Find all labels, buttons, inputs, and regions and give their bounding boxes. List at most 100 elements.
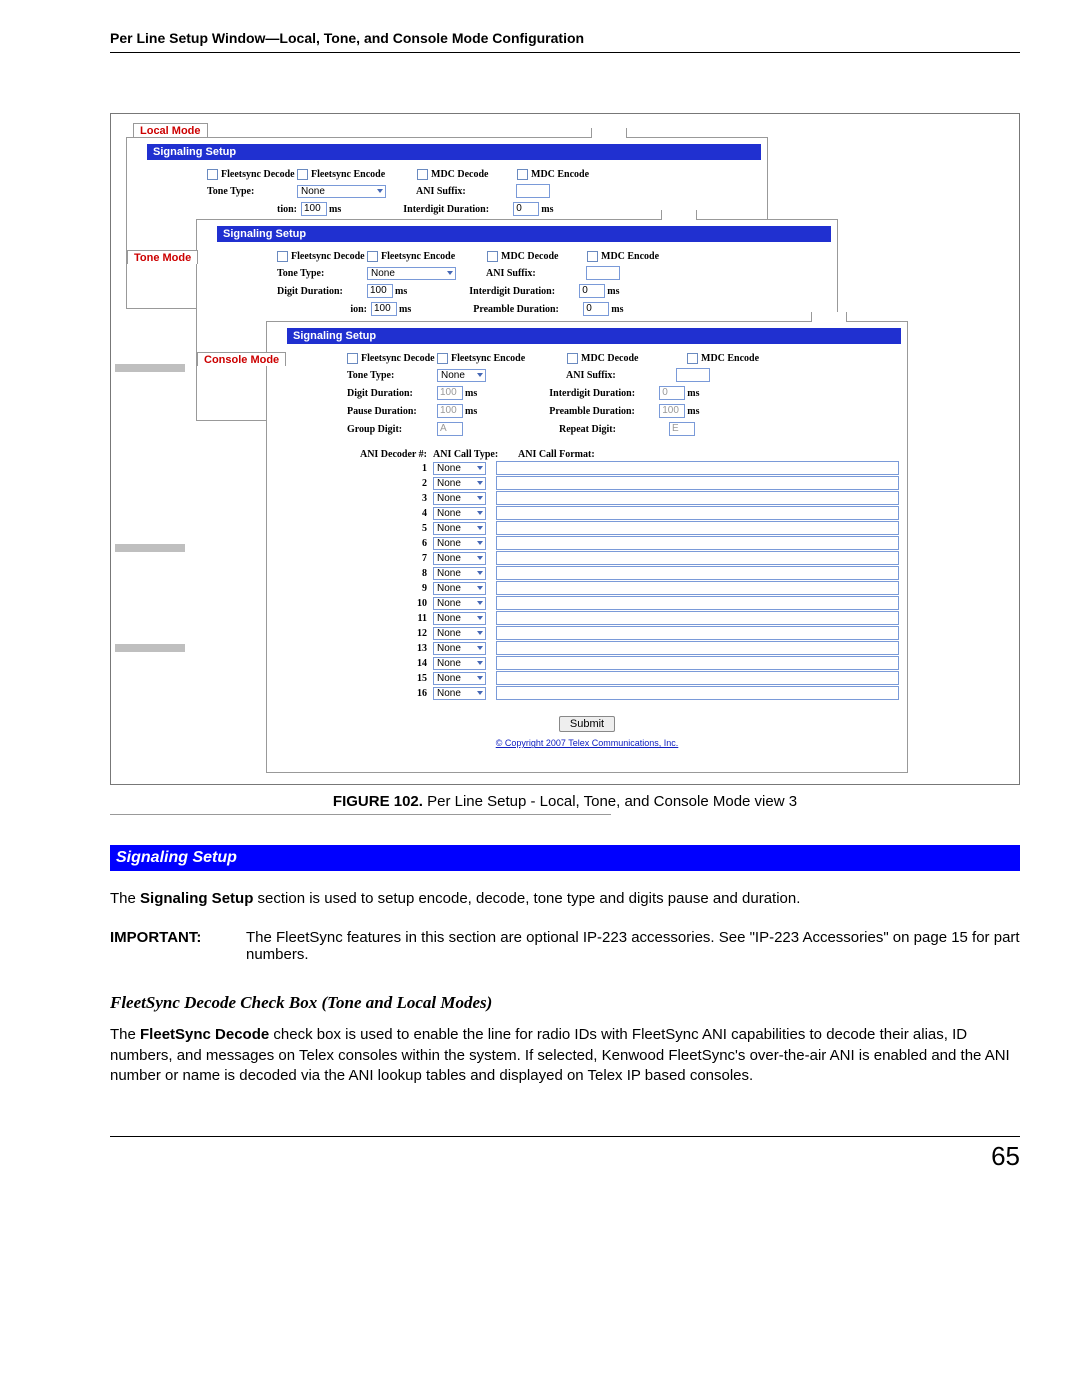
tone-type-select[interactable]: None: [297, 185, 386, 198]
ani-call-format-input[interactable]: [496, 596, 899, 610]
fleetsync-decode-checkbox[interactable]: [277, 251, 288, 262]
header-rule: [110, 52, 1020, 53]
interdigit-duration-input[interactable]: 0: [579, 284, 605, 298]
ani-call-format-input[interactable]: [496, 686, 899, 700]
ani-call-type-select[interactable]: None: [433, 597, 486, 610]
figure-102: Local Mode Signaling Setup Fleetsync Dec…: [110, 113, 1020, 785]
ani-call-type-select[interactable]: None: [433, 492, 486, 505]
ani-call-format-input[interactable]: [496, 581, 899, 595]
interdigit-duration-label: Interdigit Duration:: [403, 204, 513, 215]
running-header: Per Line Setup Window—Local, Tone, and C…: [110, 30, 1020, 52]
ani-decoder-number: 16: [347, 688, 433, 699]
fleetsync-encode-label: Fleetsync Encode: [311, 169, 385, 180]
tab-local-mode[interactable]: Local Mode: [133, 123, 208, 137]
ani-call-format-input[interactable]: [496, 641, 899, 655]
fleetsync-decode-label: Fleetsync Decode: [291, 251, 365, 262]
copyright-link[interactable]: © Copyright 2007 Telex Communications, I…: [267, 738, 907, 748]
pause-duration-input[interactable]: 100: [437, 404, 463, 418]
ani-call-type-select[interactable]: None: [433, 537, 486, 550]
mdc-decode-checkbox[interactable]: [567, 353, 578, 364]
ani-call-format-input[interactable]: [496, 671, 899, 685]
ms-label: ms: [465, 388, 477, 399]
ani-suffix-label: ANI Suffix:: [486, 268, 586, 279]
ani-call-type-select[interactable]: None: [433, 462, 486, 475]
ani-call-type-select[interactable]: None: [433, 627, 486, 640]
ani-call-type-select[interactable]: None: [433, 687, 486, 700]
figure-caption: FIGURE 102. Per Line Setup - Local, Tone…: [110, 793, 1020, 810]
ani-call-format-input[interactable]: [496, 656, 899, 670]
digit-duration-input[interactable]: 100: [301, 202, 327, 216]
ani-suffix-input[interactable]: [676, 368, 710, 382]
ani-decoder-table: ANI Decoder #: ANI Call Type: ANI Call F…: [347, 449, 899, 700]
scrollbar-fragment-icon: [115, 544, 185, 552]
digit-duration-input[interactable]: 100: [367, 284, 393, 298]
ani-call-type-select[interactable]: None: [433, 657, 486, 670]
ani-suffix-input[interactable]: [586, 266, 620, 280]
ani-decoder-number: 9: [347, 583, 433, 594]
mdc-encode-checkbox[interactable]: [517, 169, 528, 180]
ani-call-type-select[interactable]: None: [433, 582, 486, 595]
ani-call-format-input[interactable]: [496, 626, 899, 640]
ani-decoder-row: 2None: [347, 476, 899, 490]
ani-suffix-input[interactable]: [516, 184, 550, 198]
ani-call-type-select[interactable]: None: [433, 522, 486, 535]
ani-call-format-input[interactable]: [496, 461, 899, 475]
fleetsync-encode-checkbox[interactable]: [297, 169, 308, 180]
ani-call-format-input[interactable]: [496, 506, 899, 520]
ani-call-type-select[interactable]: None: [433, 612, 486, 625]
caption-rule: [110, 814, 611, 815]
ani-decoder-row: 3None: [347, 491, 899, 505]
ani-decoder-number: 2: [347, 478, 433, 489]
ani-call-type-select[interactable]: None: [433, 567, 486, 580]
ani-call-type-select[interactable]: None: [433, 642, 486, 655]
ani-call-type-select[interactable]: None: [433, 672, 486, 685]
tone-type-select[interactable]: None: [437, 369, 486, 382]
ani-call-format-input[interactable]: [496, 566, 899, 580]
signaling-setup-header: Signaling Setup: [147, 144, 761, 160]
footer-rule: [110, 1136, 1020, 1137]
preamble-duration-input[interactable]: 100: [659, 404, 685, 418]
interdigit-duration-label: Interdigit Duration:: [469, 286, 579, 297]
ani-call-format-input[interactable]: [496, 491, 899, 505]
ani-call-type-select[interactable]: None: [433, 477, 486, 490]
fleetsync-decode-checkbox[interactable]: [207, 169, 218, 180]
ani-call-format-input[interactable]: [496, 521, 899, 535]
ms-label-2: ms: [687, 388, 699, 399]
interdigit-duration-label: Interdigit Duration:: [549, 388, 659, 399]
ani-call-type-select[interactable]: None: [433, 507, 486, 520]
tab-console-mode[interactable]: Console Mode: [197, 352, 286, 366]
fleetsync-decode-checkbox[interactable]: [347, 353, 358, 364]
repeat-digit-input[interactable]: E: [669, 422, 695, 436]
mdc-decode-checkbox[interactable]: [417, 169, 428, 180]
mdc-encode-checkbox[interactable]: [687, 353, 698, 364]
preamble-duration-input[interactable]: 0: [583, 302, 609, 316]
ion-input[interactable]: 100: [371, 302, 397, 316]
fleetsync-encode-checkbox[interactable]: [437, 353, 448, 364]
submit-button[interactable]: Submit: [559, 716, 615, 732]
fleetsync-encode-checkbox[interactable]: [367, 251, 378, 262]
interdigit-duration-input[interactable]: 0: [513, 202, 539, 216]
tab-tone-mode[interactable]: Tone Mode: [127, 250, 198, 264]
ani-call-format-input[interactable]: [496, 611, 899, 625]
ani-decoder-row: 15None: [347, 671, 899, 685]
ani-decoder-row: 16None: [347, 686, 899, 700]
tone-type-select[interactable]: None: [367, 267, 456, 280]
signaling-setup-header: Signaling Setup: [287, 328, 901, 344]
group-digit-input[interactable]: A: [437, 422, 463, 436]
ani-call-format-input[interactable]: [496, 551, 899, 565]
ms-label-2: ms: [607, 286, 619, 297]
mdc-decode-checkbox[interactable]: [487, 251, 498, 262]
mdc-encode-checkbox[interactable]: [587, 251, 598, 262]
ani-call-format-input[interactable]: [496, 536, 899, 550]
scrollbar-fragment-icon: [115, 644, 185, 652]
ani-call-type-header: ANI Call Type:: [433, 449, 518, 460]
fleetsync-encode-label: Fleetsync Encode: [451, 353, 525, 364]
tab-notch-icon: [661, 210, 697, 220]
ani-call-format-input[interactable]: [496, 476, 899, 490]
ani-call-type-select[interactable]: None: [433, 552, 486, 565]
digit-duration-input[interactable]: 100: [437, 386, 463, 400]
ani-decoder-row: 5None: [347, 521, 899, 535]
interdigit-duration-input[interactable]: 0: [659, 386, 685, 400]
tone-type-label: Tone Type:: [207, 186, 297, 197]
subsection-heading: FleetSync Decode Check Box (Tone and Loc…: [110, 993, 1020, 1013]
